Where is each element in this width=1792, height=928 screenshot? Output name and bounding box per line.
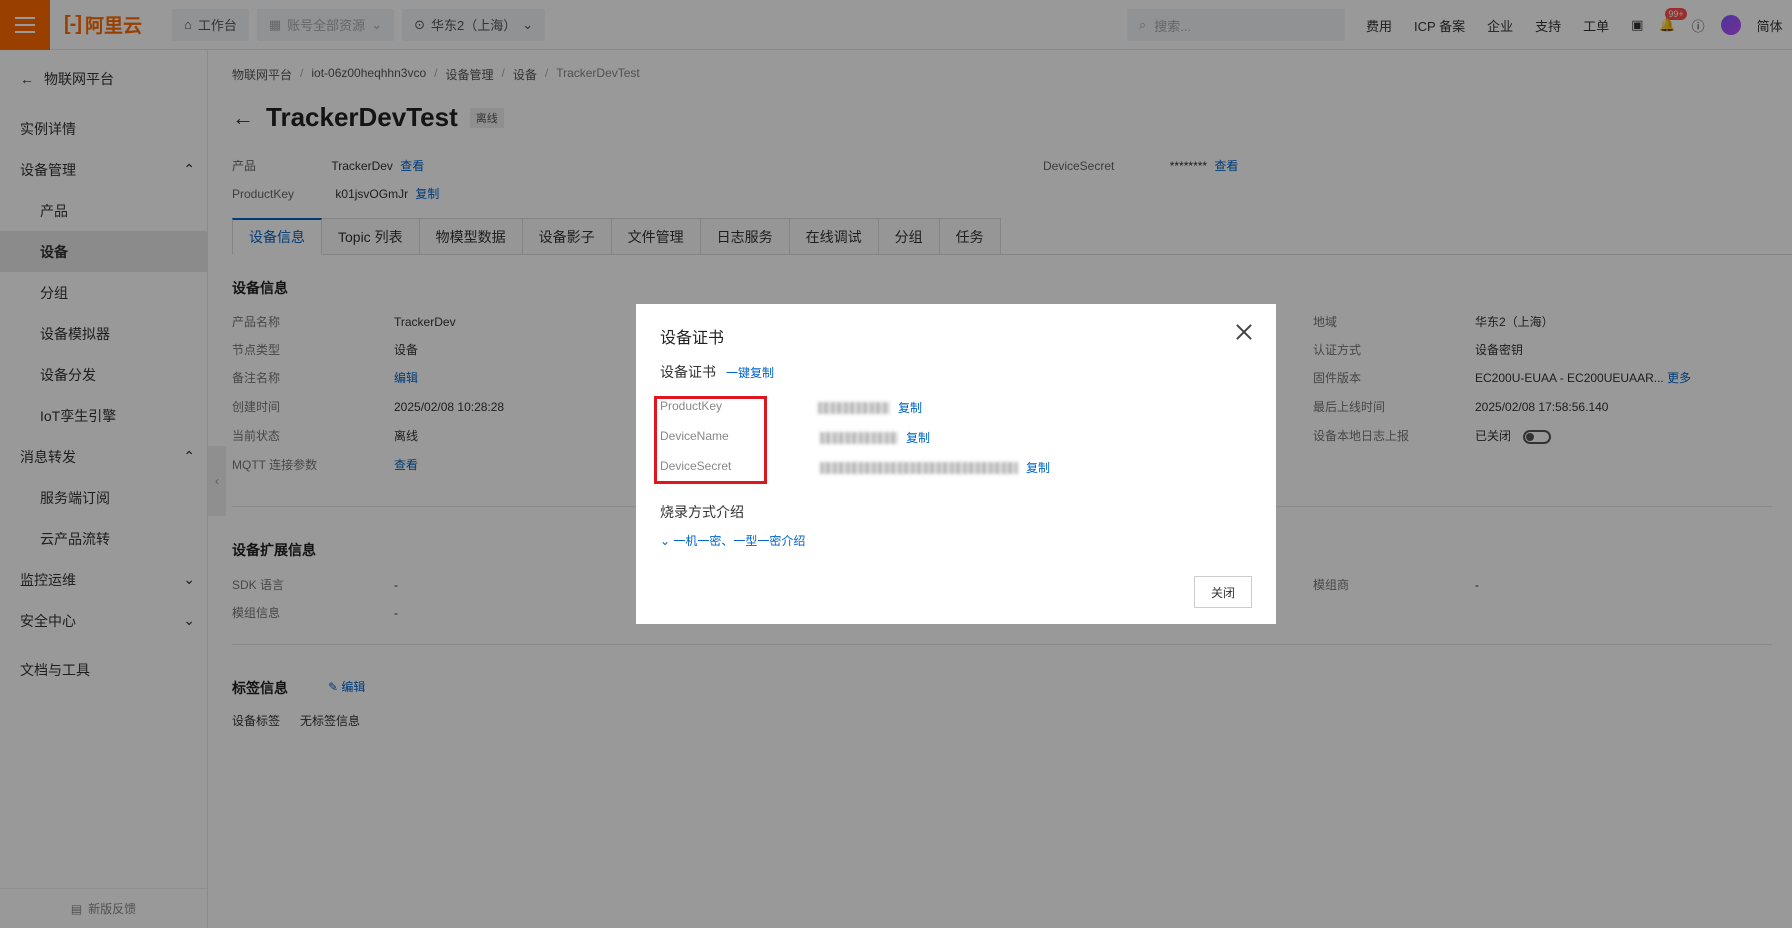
redacted-value bbox=[818, 401, 890, 414]
copy-productkey-button[interactable]: 复制 bbox=[898, 399, 922, 416]
dialog-title: 设备证书 bbox=[660, 330, 725, 347]
copy-devicesecret-button[interactable]: 复制 bbox=[1026, 459, 1050, 476]
redacted-value bbox=[820, 431, 898, 444]
highlight-box bbox=[654, 396, 767, 484]
burn-method-link[interactable]: ⌄ 一机一密、一型一密介绍 bbox=[660, 532, 805, 549]
cert-value-devicesecret: 复制 bbox=[820, 459, 1050, 476]
cert-header: 设备证书 一键复制 bbox=[660, 364, 775, 381]
redacted-value bbox=[820, 461, 1018, 474]
device-cert-dialog: 设备证书 设备证书 一键复制 ProductKey DeviceName Dev… bbox=[636, 304, 1276, 624]
close-button[interactable]: 关闭 bbox=[1194, 576, 1252, 608]
close-icon[interactable] bbox=[1234, 322, 1254, 342]
cert-value-devicename: 复制 bbox=[820, 429, 930, 446]
copy-all-link[interactable]: 一键复制 bbox=[726, 364, 774, 381]
burn-method-title: 烧录方式介绍 bbox=[660, 504, 744, 520]
copy-devicename-button[interactable]: 复制 bbox=[906, 429, 930, 446]
cert-value-productkey: 复制 bbox=[818, 399, 922, 416]
chevron-down-icon: ⌄ bbox=[660, 534, 671, 548]
